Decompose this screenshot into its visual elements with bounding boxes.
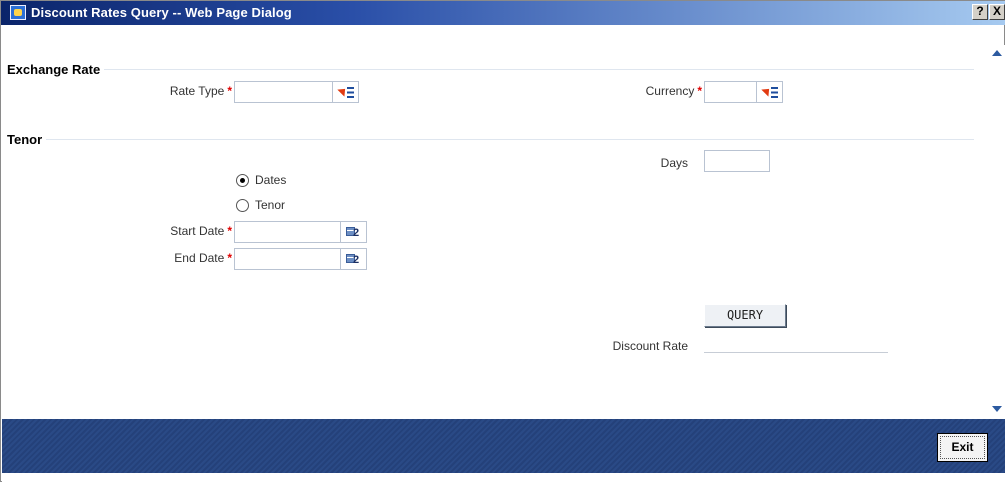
end-date-calendar-button[interactable]: 2 — [341, 248, 367, 270]
discount-rate-value — [704, 352, 888, 353]
tenor-divider — [14, 139, 974, 140]
dates-radio-option[interactable]: Dates — [236, 173, 286, 187]
help-button[interactable]: ? — [972, 4, 988, 20]
exchange-rate-heading: Exchange Rate — [7, 62, 105, 77]
required-marker: * — [227, 251, 232, 265]
rate-type-input[interactable] — [234, 81, 333, 103]
dialog-window: Discount Rates Query -- Web Page Dialog … — [0, 0, 1005, 482]
footer-bar — [2, 419, 1005, 473]
calendar-digit: 2 — [353, 227, 360, 239]
exchange-rate-divider — [14, 69, 974, 70]
window-title: Discount Rates Query -- Web Page Dialog — [31, 5, 292, 20]
dates-radio[interactable] — [236, 173, 249, 187]
discount-rate-label: Discount Rate — [612, 339, 688, 353]
list-of-values-icon — [771, 87, 778, 98]
tenor-heading: Tenor — [7, 132, 47, 147]
days-input[interactable] — [704, 150, 770, 172]
required-marker: * — [697, 84, 702, 98]
start-date-label-text: Start Date — [170, 224, 225, 238]
exit-button[interactable]: Exit — [937, 433, 988, 462]
start-date-input[interactable] — [234, 221, 341, 243]
tenor-radio-option[interactable]: Tenor — [236, 198, 285, 212]
currency-label: Currency * — [592, 84, 702, 98]
end-date-label: End Date * — [122, 251, 232, 265]
currency-label-text: Currency — [645, 84, 695, 98]
rate-type-lov-button[interactable] — [333, 81, 359, 103]
currency-lov-button[interactable] — [757, 81, 783, 103]
start-date-label: Start Date * — [122, 224, 232, 238]
required-marker: * — [227, 224, 232, 238]
rate-type-label-text: Rate Type — [169, 84, 225, 98]
end-date-input[interactable] — [234, 248, 341, 270]
required-marker: * — [227, 84, 232, 98]
close-button[interactable]: X — [989, 4, 1005, 20]
list-of-values-icon — [347, 87, 354, 98]
tenor-radio-label: Tenor — [255, 198, 286, 212]
calendar-digit: 2 — [353, 254, 360, 266]
dates-radio-label: Dates — [255, 173, 287, 187]
status-strip — [2, 473, 1005, 482]
days-label: Days — [660, 156, 688, 170]
start-date-calendar-button[interactable]: 2 — [341, 221, 367, 243]
dialog-content: Exchange Rate Rate Type * Currency * Tenor… — [2, 25, 988, 418]
tenor-radio[interactable] — [236, 198, 249, 212]
scroll-down-icon[interactable] — [990, 403, 1003, 415]
query-button[interactable]: QUERY — [704, 304, 786, 327]
title-bar: Discount Rates Query -- Web Page Dialog … — [1, 1, 1005, 25]
rate-type-label: Rate Type * — [122, 84, 232, 98]
currency-input[interactable] — [704, 81, 757, 103]
ie-dialog-icon — [10, 5, 26, 20]
end-date-label-text: End Date — [174, 251, 225, 265]
vertical-scrollbar[interactable] — [988, 45, 1005, 419]
scroll-up-icon[interactable] — [990, 47, 1003, 59]
